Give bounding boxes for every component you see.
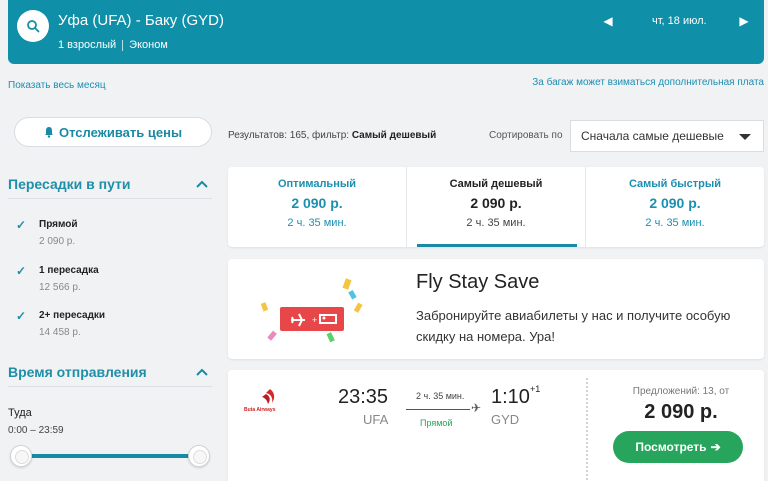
promo-text: Забронируйте авиабилеты у нас и получите… (416, 308, 731, 344)
active-filter: Самый дешевый (351, 130, 437, 141)
tab-duration: 2 ч. 35 мин. (466, 217, 526, 229)
arrival-time: 1:10 (491, 386, 530, 408)
transfers-filter-title[interactable]: Пересадки в пути (8, 176, 131, 192)
departure-airport: UFA (363, 412, 389, 427)
departure-time-range: 0:00 – 23:59 (8, 425, 64, 436)
departure-direction-label: Туда (8, 407, 32, 419)
filter-one-stop-price: 12 566 р. (39, 282, 81, 293)
tab-price: 2 090 р. (649, 195, 701, 211)
departure-time-filter-title[interactable]: Время отправления (8, 364, 147, 380)
plane-icon: ✈ (471, 401, 482, 415)
filter-one-stop-label: 1 пересадка (39, 265, 99, 276)
tab-price: 2 090 р. (291, 195, 343, 211)
tab-duration: 2 ч. 35 мин. (287, 217, 347, 229)
airline-logo (262, 389, 275, 404)
sort-tabs: Оптимальный 2 090 р. 2 ч. 35 мин. Самый … (228, 167, 764, 247)
divider (122, 39, 124, 51)
tab-fastest[interactable]: Самый быстрый 2 090 р. 2 ч. 35 мин. (585, 167, 764, 247)
next-date-button[interactable]: ▶ (738, 14, 750, 28)
checkbox-two-plus-stops[interactable]: ✓ (14, 309, 28, 323)
divider (8, 198, 212, 199)
divider (8, 386, 212, 387)
departure-time: 23:35 (338, 386, 389, 408)
tab-optimal[interactable]: Оптимальный 2 090 р. 2 ч. 35 мин. (228, 167, 406, 247)
plane-plus-bed-icon: + (260, 278, 363, 343)
show-whole-month-link[interactable]: Показать весь месяц (8, 80, 106, 91)
track-prices-button[interactable]: Отслеживать цены (14, 117, 212, 147)
caret-down-icon (739, 134, 751, 140)
view-offer-button[interactable]: Посмотреть ➔ (613, 431, 743, 463)
triangle-left-icon: ◀ (603, 14, 613, 28)
sort-label: Сортировать по (489, 130, 563, 141)
tab-duration: 2 ч. 35 мин. (645, 217, 705, 229)
triangle-right-icon: ▶ (739, 14, 749, 28)
checkbox-direct[interactable]: ✓ (14, 218, 28, 232)
filter-direct-price: 2 090 р. (39, 236, 76, 247)
baggage-fee-link[interactable]: За багаж может взиматься дополнительная … (532, 77, 764, 88)
filter-two-plus-price: 14 458 р. (39, 327, 81, 338)
card-divider (586, 378, 588, 481)
route-line (406, 409, 470, 410)
arrival-time-block: 1:10+1 (491, 384, 541, 409)
chevron-up-icon[interactable] (195, 179, 209, 189)
bell-icon (44, 127, 53, 138)
checkbox-one-stop[interactable]: ✓ (14, 264, 28, 278)
tab-price: 2 090 р. (470, 195, 522, 211)
search-header: Уфа (UFA) - Баку (GYD) 1 взрослый Эконом… (8, 0, 764, 64)
chevron-up-icon[interactable] (195, 367, 209, 377)
stops-label: Прямой (420, 418, 453, 428)
arrow-right-icon: ➔ (710, 440, 721, 454)
search-button[interactable] (17, 10, 49, 42)
results-summary: Результатов: 165, фильтр: Самый дешевый (228, 130, 436, 141)
tab-title: Оптимальный (277, 178, 356, 190)
filter-two-plus-label: 2+ пересадки (39, 310, 106, 321)
promo-title: Fly Stay Save (416, 271, 540, 293)
svg-text:+: + (312, 315, 317, 325)
passengers-count: 1 взрослый (58, 39, 117, 51)
search-icon (27, 20, 40, 33)
flight-duration: 2 ч. 35 мин. (416, 391, 465, 401)
flight-result-card[interactable]: Buta Airways 23:35 UFA 2 ч. 35 мин. ✈ Пр… (228, 370, 764, 481)
tab-title: Самый дешевый (449, 178, 543, 190)
offers-count: Предложений: 13, от (632, 386, 730, 397)
tab-title: Самый быстрый (628, 178, 722, 190)
filter-direct-label: Прямой (39, 219, 78, 230)
cabin-class: Эконом (129, 39, 168, 51)
sort-select[interactable]: Сначала самые дешевые (570, 120, 764, 152)
view-offer-label: Посмотреть (635, 440, 707, 454)
sort-value: Сначала самые дешевые (581, 129, 724, 143)
passengers-cabin[interactable]: 1 взрослый Эконом (58, 39, 168, 51)
departure-time-slider-track[interactable] (20, 454, 200, 458)
route-title[interactable]: Уфа (UFA) - Баку (GYD) (58, 12, 224, 29)
airline-name: Buta Airways (244, 407, 276, 413)
tab-cheapest[interactable]: Самый дешевый 2 090 р. 2 ч. 35 мин. (406, 167, 585, 247)
track-prices-label: Отслеживать цены (58, 124, 183, 140)
arrival-airport: GYD (491, 412, 520, 427)
arrival-day-offset: +1 (529, 384, 541, 394)
flight-price: 2 090 р. (644, 401, 718, 423)
slider-handle-max[interactable] (188, 445, 210, 467)
slider-handle-min[interactable] (10, 445, 32, 467)
prev-date-button[interactable]: ◀ (602, 14, 614, 28)
fly-stay-save-banner[interactable]: + Fly Stay Save Забронируйте авиабилеты … (228, 259, 764, 359)
results-count: Результатов: 165, фильтр: (228, 130, 350, 141)
travel-date[interactable]: чт, 18 июл. (652, 15, 707, 27)
